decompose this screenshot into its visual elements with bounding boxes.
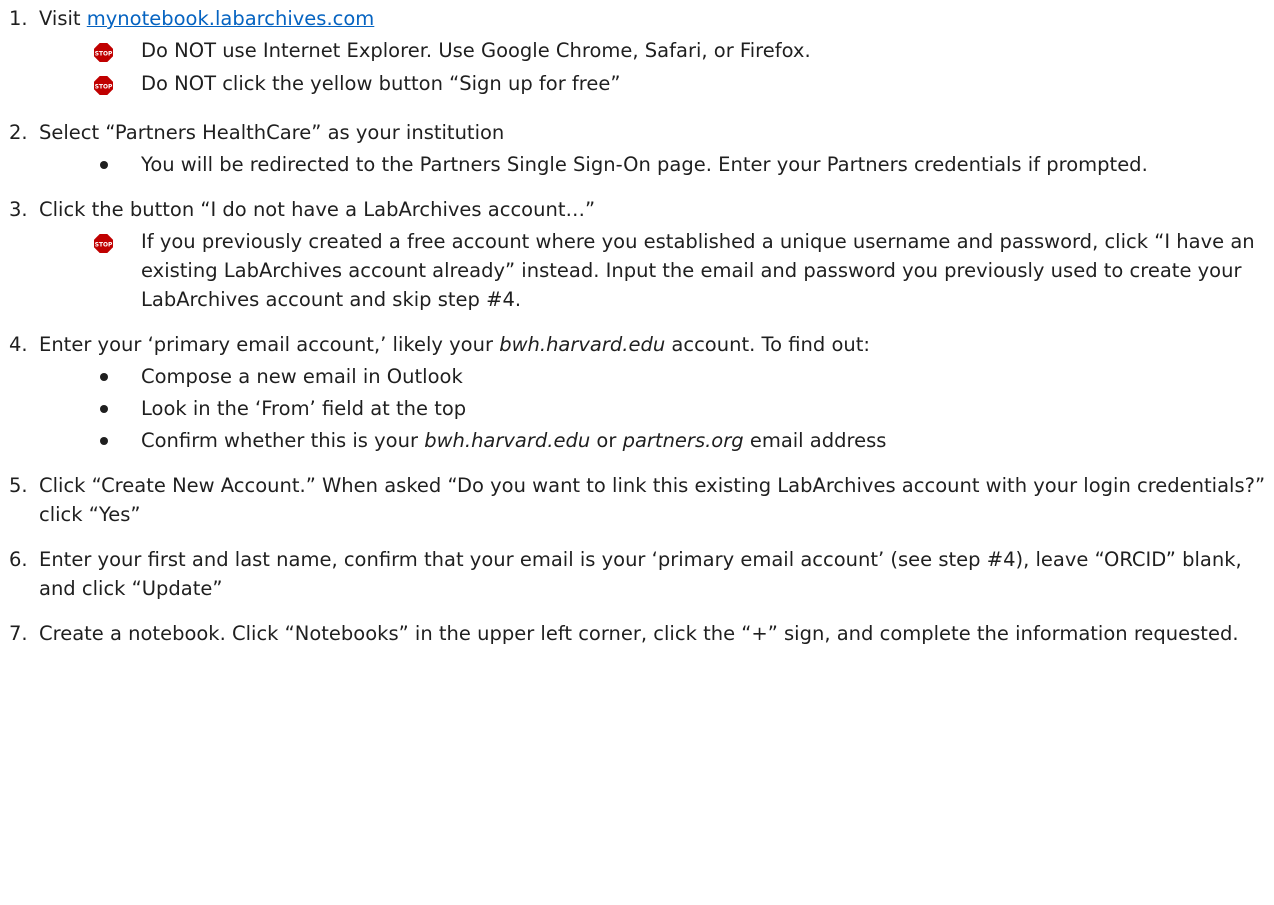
step-6: 6. Enter your first and last name, confi… xyxy=(9,545,1274,603)
stop-icon: STOP xyxy=(94,232,113,261)
sub-item: You will be redirected to the Partners S… xyxy=(94,150,1274,179)
svg-text:STOP: STOP xyxy=(95,85,113,91)
step-text: Enter your first and last name, confirm … xyxy=(39,548,1242,600)
labarchives-link[interactable]: mynotebook.labarchives.com xyxy=(87,7,375,30)
sub-item: STOP Do NOT click the yellow button “Sig… xyxy=(94,69,1274,98)
step-text: Select “Partners HealthCare” as your ins… xyxy=(39,121,505,144)
step-text: Create a notebook. Click “Notebooks” in … xyxy=(39,622,1239,645)
sub-item-text: Confirm whether this is your bwh.harvard… xyxy=(141,429,887,452)
step-number: 3. xyxy=(9,198,28,221)
sub-item: Compose a new email in Outlook xyxy=(94,362,1274,391)
bullet-icon xyxy=(100,405,108,413)
sub-item-text: Do NOT click the yellow button “Sign up … xyxy=(141,72,621,95)
stop-icon: STOP xyxy=(94,41,113,70)
sub-item: STOP If you previously created a free ac… xyxy=(94,227,1274,314)
step-number: 2. xyxy=(9,121,28,144)
step-2: 2. Select “Partners HealthCare” as your … xyxy=(9,118,1274,179)
svg-text:STOP: STOP xyxy=(95,243,113,249)
step-3: 3. Click the button “I do not have a Lab… xyxy=(9,195,1274,314)
step-number: 5. xyxy=(9,474,28,497)
stop-icon: STOP xyxy=(94,74,113,103)
sub-item: Look in the ‘From’ field at the top xyxy=(94,394,1274,423)
step-number: 6. xyxy=(9,548,28,571)
step-text: Visit xyxy=(39,7,87,30)
step-5: 5. Click “Create New Account.” When aske… xyxy=(9,471,1274,529)
step-number: 7. xyxy=(9,622,28,645)
svg-text:STOP: STOP xyxy=(95,52,113,58)
step-number: 1. xyxy=(9,7,28,30)
sub-item: Confirm whether this is your bwh.harvard… xyxy=(94,426,1274,455)
step-text: Enter your ‘primary email account,’ like… xyxy=(39,333,870,356)
bullet-icon xyxy=(100,437,108,445)
step-text: Click “Create New Account.” When asked “… xyxy=(39,474,1266,526)
instructions-document: 1. Visit mynotebook.labarchives.com STOP… xyxy=(0,0,1274,648)
sub-item-text: If you previously created a free account… xyxy=(141,230,1255,311)
sub-item-text: Compose a new email in Outlook xyxy=(141,365,463,388)
sub-item-text: Do NOT use Internet Explorer. Use Google… xyxy=(141,39,811,62)
step-7: 7. Create a notebook. Click “Notebooks” … xyxy=(9,619,1274,648)
step-1: 1. Visit mynotebook.labarchives.com STOP… xyxy=(9,4,1274,98)
sub-item-text: You will be redirected to the Partners S… xyxy=(141,153,1148,176)
bullet-icon xyxy=(100,161,108,169)
step-number: 4. xyxy=(9,333,28,356)
step-4: 4. Enter your ‘primary email account,’ l… xyxy=(9,330,1274,455)
sub-item: STOP Do NOT use Internet Explorer. Use G… xyxy=(94,36,1274,65)
sub-item-text: Look in the ‘From’ field at the top xyxy=(141,397,467,420)
step-text: Click the button “I do not have a LabArc… xyxy=(39,198,596,221)
bullet-icon xyxy=(100,373,108,381)
